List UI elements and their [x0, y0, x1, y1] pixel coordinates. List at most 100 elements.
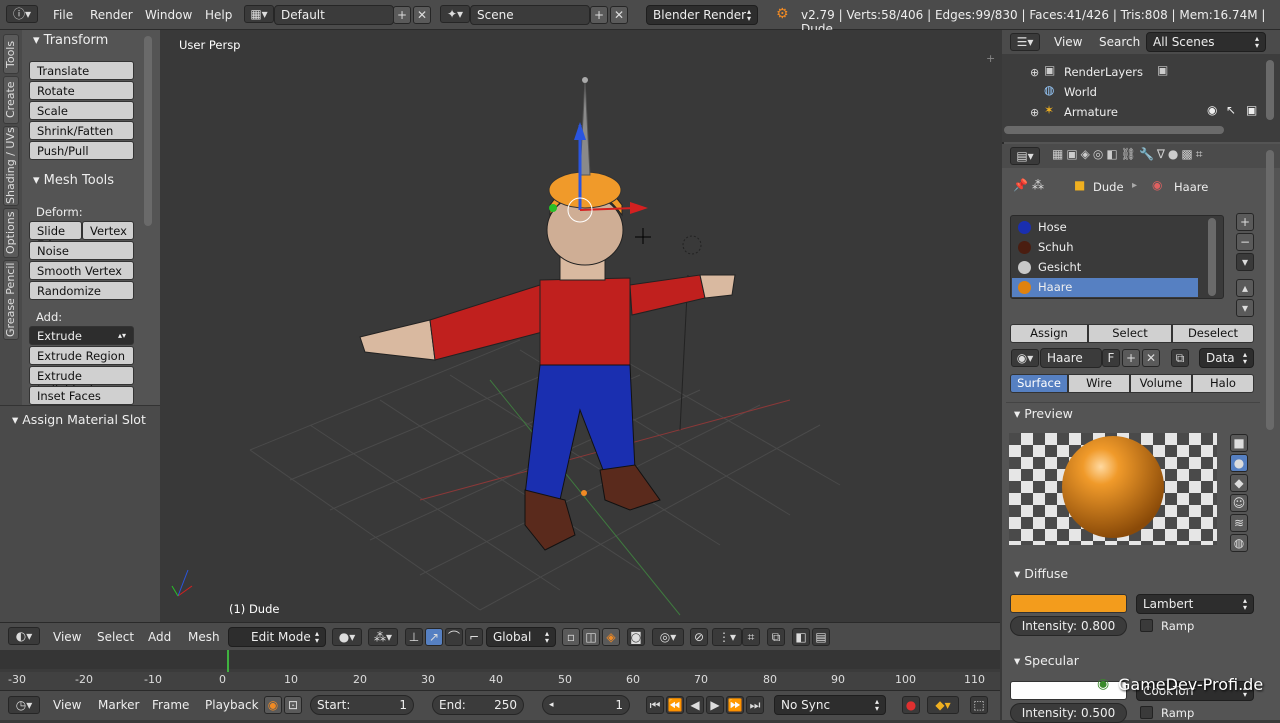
torso[interactable]	[539, 277, 631, 376]
outliner-item-renderlayers[interactable]: RenderLayers	[1064, 65, 1143, 79]
tab-wire[interactable]: Wire	[1068, 374, 1130, 393]
deselect-button[interactable]: Deselect	[1172, 324, 1254, 343]
inset-faces-button[interactable]: Inset Faces	[29, 386, 134, 405]
menu-render[interactable]: Render	[90, 8, 133, 22]
ramp-checkbox[interactable]	[1140, 619, 1153, 632]
diffuse-intensity-slider[interactable]: Intensity: 0.800	[1010, 616, 1127, 636]
properties-scrollbar[interactable]	[1266, 150, 1274, 430]
menu-marker[interactable]: Marker	[98, 698, 139, 712]
visibility-eye-icon[interactable]: ◉	[1207, 103, 1217, 117]
pivot-point-icon[interactable]: ⁂▾	[368, 628, 398, 646]
3d-cursor-icon[interactable]	[635, 228, 651, 244]
assign-material-slot-header[interactable]: ▾ Assign Material Slot	[12, 412, 146, 427]
preview-sphere-icon[interactable]: ●	[1230, 454, 1248, 472]
layout-field[interactable]: Default	[274, 5, 394, 25]
menu-frame[interactable]: Frame	[152, 698, 189, 712]
scale-manipulator-icon[interactable]: ⌐	[465, 628, 483, 646]
push-pull-button[interactable]: Push/Pull	[29, 141, 134, 160]
menu-window[interactable]: Window	[145, 8, 192, 22]
editor-type-3d-icon[interactable]: ◐▾	[8, 627, 40, 645]
render-layer-toggle-icon[interactable]: ▣	[1157, 63, 1168, 77]
gizmo-y-handle[interactable]	[549, 204, 557, 212]
snap-element-icon[interactable]: ⋮▾	[712, 628, 742, 646]
tab-halo[interactable]: Halo	[1192, 374, 1254, 393]
outliner[interactable]: ☰▾ View Search All Scenes ⊕ ▣ RenderLaye…	[1002, 30, 1280, 142]
preview-sky-icon[interactable]: ◍	[1230, 534, 1248, 552]
unlink-material-icon[interactable]: ✕	[1142, 349, 1160, 367]
editor-type-properties-icon[interactable]: ▤▾	[1010, 147, 1040, 165]
extrude-individual-button[interactable]: Extrude Individual	[29, 366, 134, 397]
scale-button[interactable]: Scale	[29, 101, 134, 120]
bone-tip[interactable]	[582, 77, 588, 83]
preview-cube-icon[interactable]: ◆	[1230, 474, 1248, 492]
extrude-region-button[interactable]: Extrude Region	[29, 346, 134, 365]
remove-layout-icon[interactable]: ✕	[413, 6, 431, 24]
rotate-manipulator-icon[interactable]: ⌒	[445, 628, 463, 646]
menu-add[interactable]: Add	[148, 630, 171, 644]
diffuse-color-swatch[interactable]	[1010, 594, 1127, 613]
outliner-vscrollbar[interactable]	[1266, 60, 1274, 120]
assign-button[interactable]: Assign	[1010, 324, 1088, 343]
specular-intensity-slider[interactable]: Intensity: 0.500	[1010, 703, 1127, 723]
add-layout-icon[interactable]: +	[393, 6, 411, 24]
lock-icon[interactable]: ⊡	[284, 696, 302, 714]
mode-dropdown[interactable]: Edit Mode	[228, 627, 326, 647]
menu-mesh[interactable]: Mesh	[188, 630, 220, 644]
menu-select[interactable]: Select	[97, 630, 134, 644]
renderable-camera-icon[interactable]: ▣	[1246, 103, 1257, 117]
translate-manipulator-icon[interactable]: ↗	[425, 628, 443, 646]
expand-plus-icon[interactable]: ⊕	[1030, 66, 1039, 79]
copy-material-icon[interactable]: ⧉	[1171, 349, 1189, 367]
noise-button[interactable]: Noise	[29, 241, 134, 260]
autokey-icon[interactable]: ⬚	[970, 696, 988, 714]
hair-top[interactable]	[548, 171, 622, 209]
scene-icon[interactable]: ✦▾	[440, 5, 470, 23]
preview-flat-icon[interactable]: ■	[1230, 434, 1248, 452]
lamp-icon[interactable]	[682, 235, 702, 255]
preview-hair-icon[interactable]: ≋	[1230, 514, 1248, 532]
move-up-icon[interactable]: ▴	[1236, 279, 1254, 297]
copy-icon[interactable]: ⧉	[767, 628, 785, 646]
editor-type-outliner-icon[interactable]: ☰▾	[1010, 33, 1040, 51]
new-material-icon[interactable]: +	[1122, 349, 1140, 367]
menu-help[interactable]: Help	[205, 8, 232, 22]
outliner-menu-view[interactable]: View	[1054, 35, 1082, 49]
outliner-filter-dropdown[interactable]: All Scenes	[1146, 32, 1266, 52]
shrink-fatten-button[interactable]: Shrink/Fatten	[29, 121, 134, 140]
tab-tools[interactable]: Tools	[3, 34, 19, 74]
tab-grease-pencil[interactable]: Grease Pencil	[3, 260, 19, 340]
outliner-hscrollbar[interactable]	[1004, 126, 1224, 134]
vertex-slide-button[interactable]: Vertex	[82, 221, 134, 240]
translate-button[interactable]: Translate	[29, 61, 134, 80]
edge-select-icon[interactable]: ◫	[582, 628, 600, 646]
outliner-menu-search[interactable]: Search	[1099, 35, 1140, 49]
keying-set-icon[interactable]: ◆▾	[927, 696, 959, 714]
scene-field[interactable]: Scene	[470, 5, 590, 25]
editor-type-info-icon[interactable]: ⓘ▾	[6, 5, 38, 23]
render-camera-icon[interactable]: ◧	[792, 628, 810, 646]
outliner-item-armature[interactable]: Armature	[1064, 105, 1118, 119]
tab-options[interactable]: Options	[3, 208, 19, 258]
preview-panel-header[interactable]: ▾ Preview	[1014, 406, 1073, 421]
fake-user-button[interactable]: F	[1102, 349, 1120, 367]
jump-end-icon[interactable]: ⏭	[746, 696, 764, 714]
slide-edge-button[interactable]: Slide Ed	[29, 221, 82, 252]
diffuse-panel-header[interactable]: ▾ Diffuse	[1014, 566, 1068, 581]
editor-type-timeline-icon[interactable]: ◷▾	[8, 696, 40, 714]
material-slot[interactable]: Schuh	[1012, 238, 1198, 257]
extrude-dropdown[interactable]: Extrude ▴▾	[29, 326, 134, 345]
end-frame-field[interactable]: End: 250	[432, 695, 524, 715]
pin-icon[interactable]: 📌	[1013, 178, 1028, 192]
snap-toggle-icon[interactable]: ⊘	[690, 628, 708, 646]
face-select-icon[interactable]: ◈	[602, 628, 620, 646]
randomize-button[interactable]: Randomize	[29, 281, 134, 300]
start-frame-field[interactable]: Start: 1	[310, 695, 414, 715]
specular-panel-header[interactable]: ▾ Specular	[1014, 653, 1079, 668]
jump-start-icon[interactable]: ⏮	[646, 696, 664, 714]
timeline-track[interactable]	[0, 650, 1000, 669]
vertex-select-icon[interactable]: ▫	[562, 628, 580, 646]
specular-ramp-checkbox[interactable]	[1140, 706, 1153, 719]
tool-shelf-scrollbar[interactable]	[144, 36, 152, 226]
menu-file[interactable]: File	[53, 8, 73, 22]
tab-shading-uvs[interactable]: Shading / UVs	[3, 126, 19, 206]
